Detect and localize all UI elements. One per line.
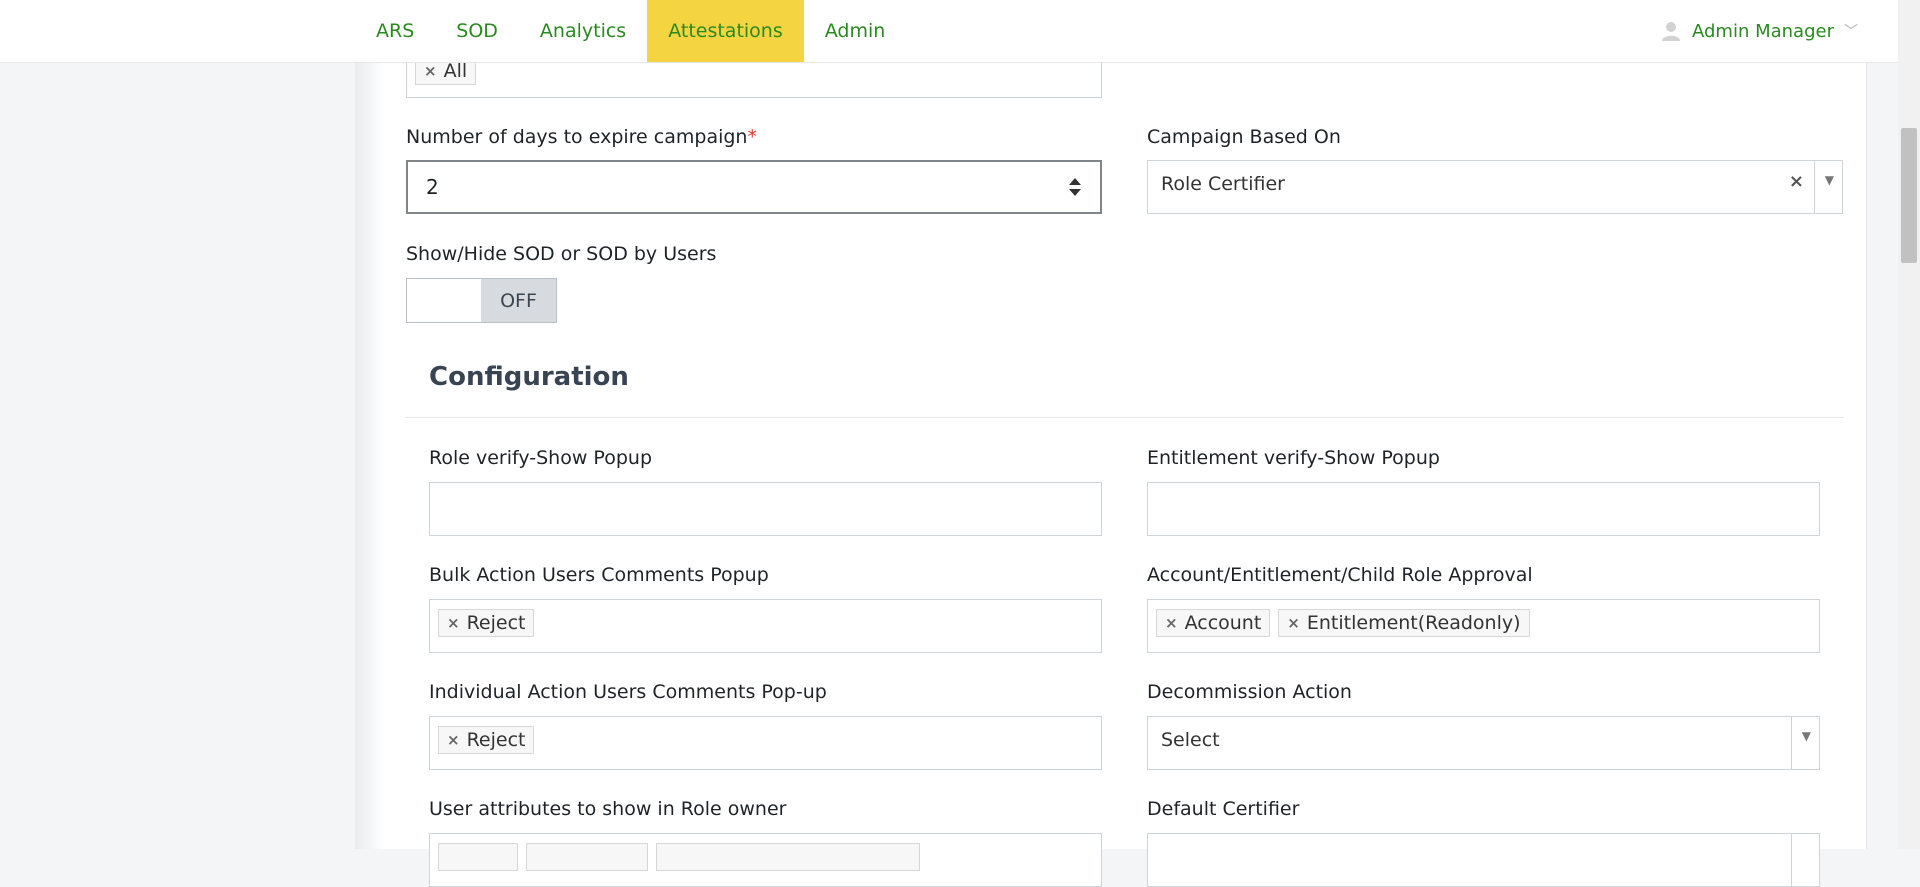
tag-attribute [438,843,518,871]
chevron-down-icon[interactable]: ▼ [1802,729,1811,743]
page-background [0,62,355,849]
nav-attestations[interactable]: Attestations [647,0,804,62]
tag-attribute [526,843,648,871]
user-attributes-label: User attributes to show in Role owner [429,798,787,820]
account-approval-label: Account/Entitlement/Child Role Approval [1147,564,1533,586]
entitlement-verify-select[interactable] [1147,482,1820,536]
decommission-label: Decommission Action [1147,681,1352,703]
main-nav: ARS SOD Analytics Attestations Admin [355,0,906,62]
top-navbar: ARS SOD Analytics Attestations Admin Adm… [0,0,1898,63]
tag-reject: × Reject [438,726,535,754]
expire-days-label: Number of days to expire campaign* [406,126,757,148]
decommission-select[interactable]: Select ▼ [1147,716,1820,770]
user-menu[interactable]: Admin Manager ﹀ [1660,0,1858,62]
section-divider [406,417,1844,418]
remove-icon[interactable]: × [447,614,460,632]
user-name: Admin Manager [1692,20,1834,42]
configuration-title: Configuration [429,362,629,392]
chevron-down-icon[interactable]: ▼ [1825,173,1834,187]
role-verify-label: Role verify-Show Popup [429,447,652,469]
vertical-scrollbar[interactable] [1898,0,1920,849]
campaign-based-on-select[interactable]: Role Certifier × ▼ [1147,160,1843,214]
number-spinner-icon[interactable] [1068,176,1082,198]
tag-attribute [656,843,920,871]
remove-icon[interactable]: × [1287,614,1300,632]
remove-icon[interactable]: × [424,62,437,80]
scrollbar-thumb[interactable] [1901,128,1917,263]
user-icon [1662,22,1680,41]
nav-ars[interactable]: ARS [355,0,435,62]
tag-entitlement-readonly: × Entitlement(Readonly) [1278,609,1530,637]
bulk-action-label: Bulk Action Users Comments Popup [429,564,769,586]
default-certifier-select[interactable] [1147,833,1820,887]
panel-shadow [355,0,385,849]
clear-icon[interactable]: × [1789,171,1804,192]
tag-reject: × Reject [438,609,535,637]
nav-analytics[interactable]: Analytics [519,0,647,62]
default-certifier-label: Default Certifier [1147,798,1300,820]
select-divider [1791,834,1792,886]
account-approval-select[interactable]: × Account × Entitlement(Readonly) [1147,599,1820,653]
select-divider [1814,161,1815,213]
select-divider [1791,717,1792,769]
required-mark: * [747,126,757,148]
sod-toggle[interactable]: OFF [406,278,557,323]
entitlement-verify-label: Entitlement verify-Show Popup [1147,447,1440,469]
role-verify-select[interactable] [429,482,1102,536]
toggle-state: OFF [481,279,556,322]
expire-days-input[interactable]: 2 [406,160,1102,214]
remove-icon[interactable]: × [1165,614,1178,632]
tag-account: × Account [1156,609,1271,637]
campaign-based-on-label: Campaign Based On [1147,126,1341,148]
chevron-down-icon: ﹀ [1844,24,1858,40]
individual-action-label: Individual Action Users Comments Pop-up [429,681,827,703]
individual-action-select[interactable]: × Reject [429,716,1102,770]
user-attributes-select[interactable] [429,833,1102,887]
nav-admin[interactable]: Admin [804,0,907,62]
remove-icon[interactable]: × [447,731,460,749]
nav-sod[interactable]: SOD [435,0,519,62]
sod-toggle-label: Show/Hide SOD or SOD by Users [406,243,717,265]
bulk-action-select[interactable]: × Reject [429,599,1102,653]
